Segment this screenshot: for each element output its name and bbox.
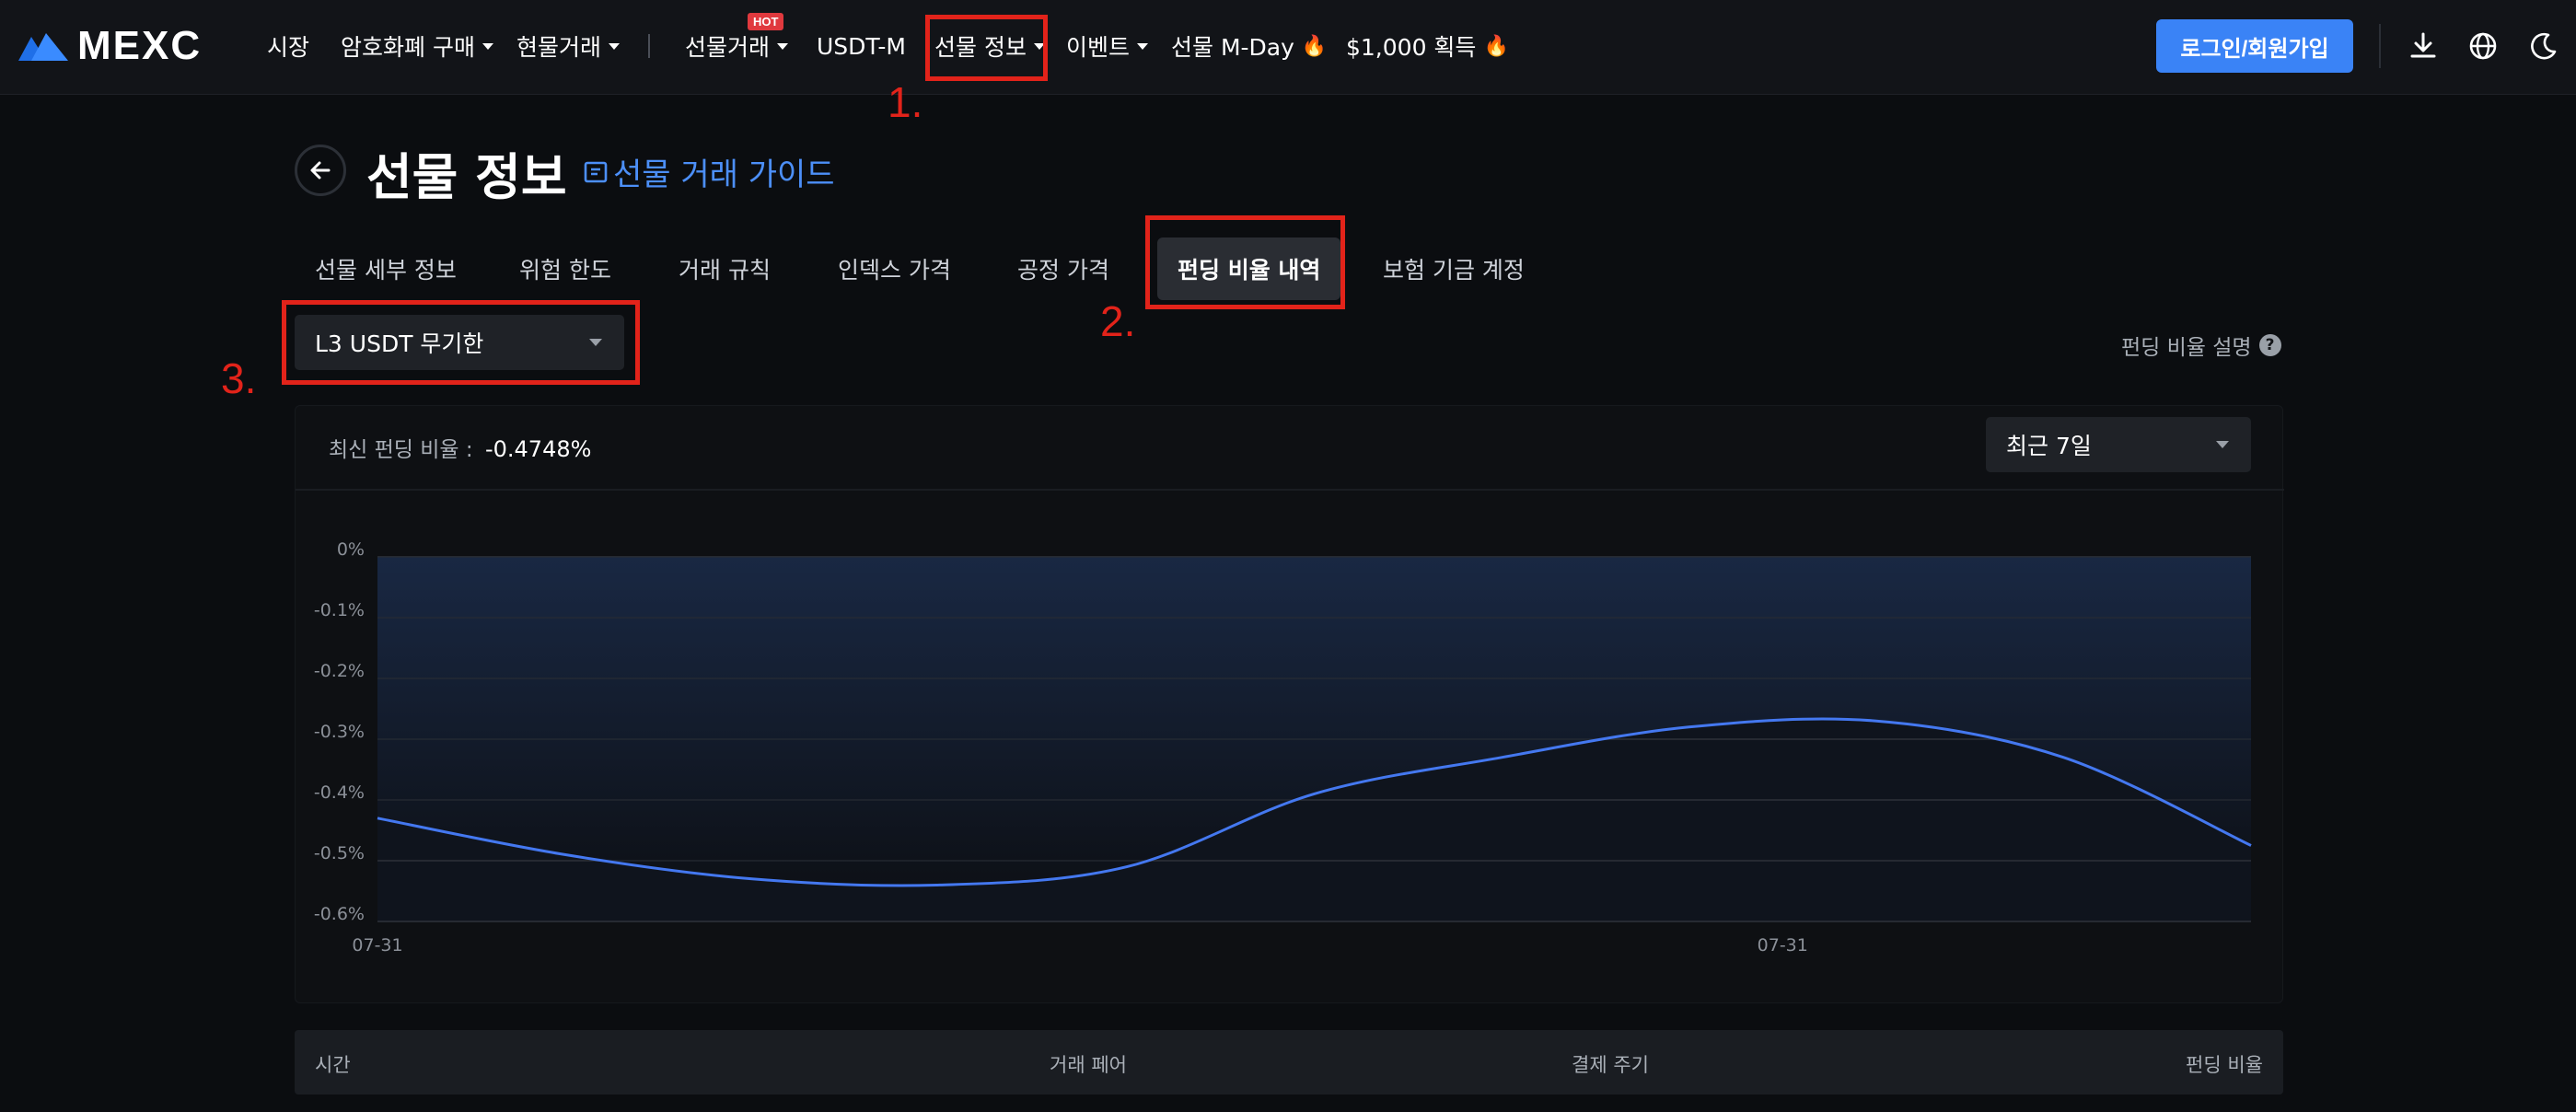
tab-risk-limit[interactable]: 위험 한도 xyxy=(499,237,632,300)
caret-down-icon xyxy=(589,339,602,346)
tab-trading-rules[interactable]: 거래 규칙 xyxy=(658,237,791,300)
chevron-down-icon xyxy=(609,42,621,50)
download-icon[interactable] xyxy=(2407,29,2440,63)
y-tick-label: -0.2% xyxy=(314,661,365,681)
column-header-time: 시간 xyxy=(315,1054,351,1076)
funding-history-table-header: 시간 거래 페어 결제 주기 펀딩 비율 xyxy=(295,1030,2283,1095)
y-tick-label: -0.5% xyxy=(314,843,365,863)
nav-futures[interactable]: 선물거래 xyxy=(685,29,789,63)
nav-get-1000[interactable]: $1,000 획득 🔥 xyxy=(1346,29,1509,63)
login-signup-button[interactable]: 로그인/회원가입 xyxy=(2156,19,2353,73)
tab-index-price[interactable]: 인덱스 가격 xyxy=(818,237,971,300)
nav-buy-crypto[interactable]: 암호화폐 구매 xyxy=(341,29,493,63)
help-icon: ? xyxy=(2258,334,2281,356)
y-tick-label: -0.1% xyxy=(314,600,365,620)
annotation-number-1: 1. xyxy=(888,78,923,126)
mexc-logo[interactable]: MEXC xyxy=(17,23,203,68)
tab-insurance-fund[interactable]: 보험 기금 계정 xyxy=(1363,237,1545,300)
chevron-down-icon xyxy=(1137,42,1149,50)
x-tick-label: 07-31 xyxy=(352,935,402,956)
page-title: 선물 정보 xyxy=(366,148,567,206)
column-header-settlement-cycle: 결제 주기 xyxy=(1572,1054,1649,1076)
funding-rate-explanation-link[interactable]: 펀딩 비율 설명 ? xyxy=(2121,330,2281,361)
globe-icon[interactable] xyxy=(2466,29,2500,63)
top-nav: MEXC 시장 암호화폐 구매 현물거래 선물거래 HOT USDT-M 선물 … xyxy=(0,0,2576,95)
x-tick-label: 07-31 xyxy=(1758,935,1808,956)
back-button[interactable] xyxy=(295,145,346,196)
nav-market[interactable]: 시장 xyxy=(267,29,309,63)
chevron-down-icon xyxy=(777,42,789,50)
time-range-value: 최근 7일 xyxy=(2006,433,2092,459)
tab-funding-rate-history[interactable]: 펀딩 비율 내역 xyxy=(1157,237,1341,300)
y-tick-label: -0.4% xyxy=(314,782,365,803)
top-separator xyxy=(2379,24,2381,68)
arrow-left-icon xyxy=(310,161,331,180)
nav-usdt-m[interactable]: USDT-M xyxy=(817,29,906,63)
chevron-down-icon xyxy=(482,42,493,50)
y-tick-label: -0.3% xyxy=(314,722,365,742)
funding-rate-chart: 0% -0.1% -0.2% -0.3% -0.4% -0.5% -0.6% 07-31 07-… xyxy=(314,539,2252,956)
tab-fair-price[interactable]: 공정 가격 xyxy=(997,237,1130,300)
contract-select-value: L3 USDT 무기한 xyxy=(315,330,484,357)
nav-m-day[interactable]: 선물 M-Day 🔥 xyxy=(1171,29,1327,63)
moon-icon[interactable] xyxy=(2526,29,2559,63)
y-tick-label: 0% xyxy=(337,539,365,560)
nav-events[interactable]: 이벤트 xyxy=(1066,29,1149,63)
guide-book-icon xyxy=(584,161,608,182)
tab-futures-details[interactable]: 선물 세부 정보 xyxy=(295,237,477,300)
futures-guide-link[interactable]: 선물 거래 가이드 xyxy=(582,149,835,194)
card-header: 최신 펀딩 비율 : -0.4748% 최근 7일 xyxy=(296,406,2284,491)
contract-select[interactable]: L3 USDT 무기한 xyxy=(295,315,624,370)
hot-badge: HOT xyxy=(748,13,784,30)
mexc-logo-icon xyxy=(18,33,68,61)
annotation-number-2: 2. xyxy=(1100,297,1136,345)
fire-icon: 🔥 xyxy=(1483,34,1509,58)
fire-icon: 🔥 xyxy=(1301,34,1328,58)
nav-spot[interactable]: 현물거래 xyxy=(516,29,621,63)
latest-funding-rate-value: -0.4748% xyxy=(484,436,592,462)
column-header-funding-rate: 펀딩 비율 xyxy=(2186,1054,2263,1076)
mexc-logo-text: MEXC xyxy=(77,23,203,68)
column-header-pair: 거래 페어 xyxy=(1050,1054,1127,1076)
time-range-select[interactable]: 최근 7일 xyxy=(1986,417,2251,472)
latest-funding-rate: 최신 펀딩 비율 : -0.4748% xyxy=(329,436,592,462)
annotation-box-1 xyxy=(925,15,1048,81)
caret-down-icon xyxy=(2216,441,2229,448)
nav-divider xyxy=(648,34,650,58)
y-tick-label: -0.6% xyxy=(314,904,365,924)
annotation-number-3: 3. xyxy=(221,354,257,402)
funding-rate-card: 최신 펀딩 비율 : -0.4748% 최근 7일 0% -0.1% -0.2% -0… xyxy=(295,405,2284,1003)
